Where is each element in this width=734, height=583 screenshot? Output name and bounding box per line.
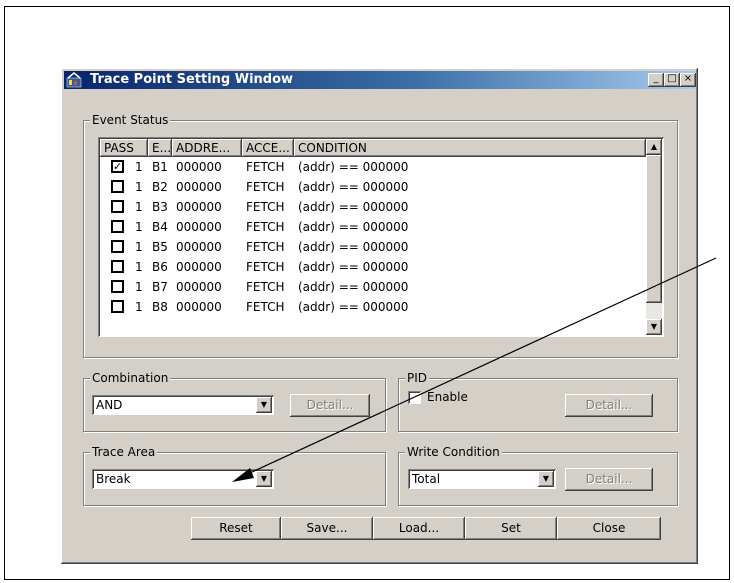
annotation-arrow: [232, 257, 717, 482]
